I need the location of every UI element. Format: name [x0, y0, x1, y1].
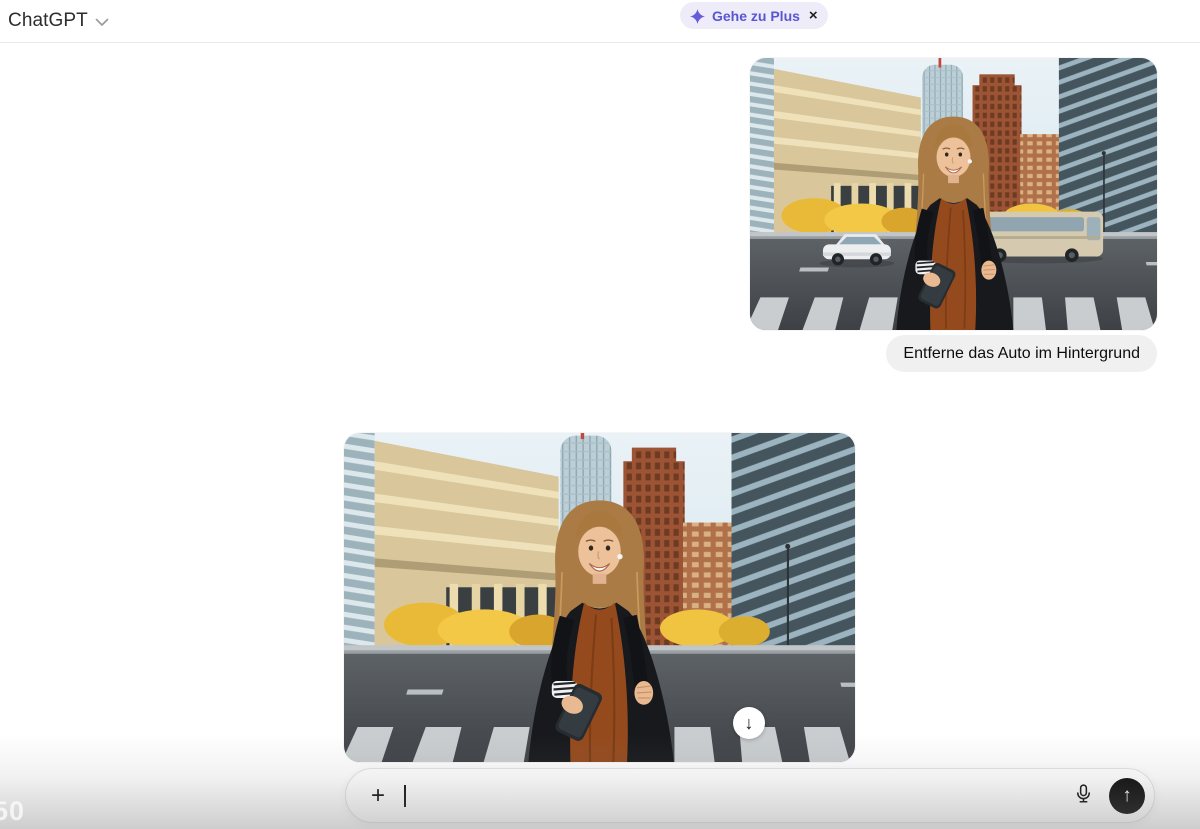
promo-label: Gehe zu Plus	[712, 8, 800, 24]
assistant-generated-image[interactable]: ↓	[344, 433, 855, 762]
user-message-bubble: Entferne das Auto im Hintergrund	[886, 335, 1157, 372]
send-arrow-icon: ↑	[1122, 785, 1132, 807]
chat-page: ChatGPT Gehe zu Plus × Entferne das Auto…	[0, 0, 1200, 829]
message-input[interactable]	[393, 769, 1068, 822]
header-divider	[0, 42, 1200, 43]
user-message-row: Entferne das Auto im Hintergrund	[0, 335, 1157, 372]
microphone-icon	[1073, 783, 1094, 809]
close-icon[interactable]: ×	[809, 8, 818, 23]
dictate-button[interactable]	[1068, 781, 1098, 811]
corner-counter: 50	[0, 796, 25, 827]
attach-button[interactable]: +	[363, 781, 393, 811]
top-bar: ChatGPT Gehe zu Plus ×	[0, 0, 1200, 43]
download-button[interactable]: ↓	[733, 707, 765, 739]
sparkle-icon	[690, 9, 705, 24]
message-composer[interactable]: + ↑	[345, 768, 1155, 823]
text-caret	[404, 785, 406, 807]
user-uploaded-image[interactable]	[750, 58, 1157, 330]
plus-icon: +	[371, 782, 385, 810]
model-switcher[interactable]: ChatGPT	[8, 4, 109, 38]
download-arrow-icon: ↓	[745, 713, 754, 734]
chevron-down-icon	[95, 18, 109, 27]
send-button[interactable]: ↑	[1109, 778, 1145, 814]
app-title-label: ChatGPT	[8, 10, 88, 32]
go-to-plus-badge[interactable]: Gehe zu Plus ×	[680, 2, 828, 29]
